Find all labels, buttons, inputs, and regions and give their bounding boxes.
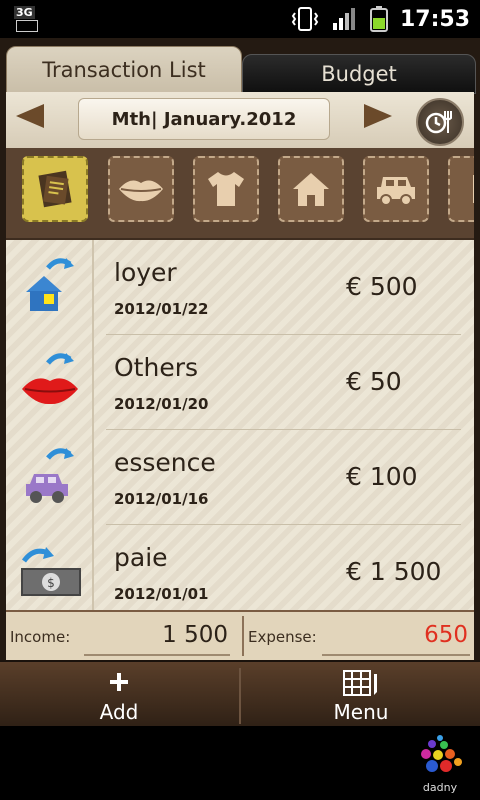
- income-label: Income:: [10, 628, 71, 646]
- income-underline: [84, 654, 230, 656]
- income-value: 1 500: [162, 622, 228, 648]
- ad-banner[interactable]: dadny: [0, 726, 480, 800]
- transaction-name: essence: [114, 448, 216, 477]
- period-settings-button[interactable]: [416, 98, 464, 146]
- lips-recurring-icon: [22, 353, 78, 405]
- signal-icon: [332, 8, 355, 30]
- bottom-action-bar: Add Menu: [0, 660, 480, 728]
- transaction-amount: € 50: [346, 367, 402, 396]
- house-recurring-icon: [26, 258, 74, 311]
- income-total: Income: 1 500: [6, 616, 236, 656]
- transaction-date: 2012/01/22: [114, 300, 209, 318]
- month-selector[interactable]: Mth| January.2012: [78, 98, 330, 140]
- transaction-panel: Mth| January.2012 loyer 2012/01/22 € 500…: [6, 92, 474, 662]
- shirt-icon: [208, 172, 244, 206]
- category-bar: [6, 148, 474, 240]
- month-navigation: Mth| January.2012: [6, 92, 474, 148]
- plus-icon: [110, 673, 128, 691]
- expense-underline: [322, 654, 470, 656]
- category-housing[interactable]: [278, 156, 344, 222]
- totals-bar: Income: 1 500 Expense: 650: [6, 610, 474, 662]
- lips-icon: [119, 180, 163, 202]
- transaction-amount: € 500: [346, 272, 418, 301]
- transaction-name: Others: [114, 353, 199, 382]
- add-button[interactable]: Add: [0, 662, 238, 728]
- notes-icon: [38, 170, 72, 208]
- transaction-date: 2012/01/20: [114, 395, 209, 413]
- transaction-amount: € 1 500: [346, 557, 442, 586]
- car-icon: [377, 177, 415, 206]
- data-activity-icon: [16, 20, 38, 32]
- dadny-brand: dadny: [422, 781, 458, 794]
- vibrate-icon: [291, 7, 319, 31]
- category-notes[interactable]: [22, 156, 88, 222]
- tab-transaction-list[interactable]: Transaction List: [6, 46, 242, 94]
- tab-bar: Transaction List Budget: [6, 46, 476, 94]
- transaction-date: 2012/01/01: [114, 585, 209, 603]
- transaction-list: loyer 2012/01/22 € 500 Others 2012/01/20…: [6, 240, 474, 610]
- transaction-row[interactable]: Others 2012/01/20 € 50: [6, 335, 474, 430]
- transaction-amount: € 100: [346, 462, 418, 491]
- clock-utensils-icon: [425, 111, 452, 134]
- category-car[interactable]: [363, 156, 429, 222]
- category-clothing[interactable]: [193, 156, 259, 222]
- transaction-row[interactable]: $ paie 2012/01/01 € 1 500: [6, 525, 474, 620]
- svg-text:$: $: [47, 576, 55, 590]
- status-bar: 3G 17:53: [0, 0, 480, 38]
- transaction-name: loyer: [114, 258, 177, 287]
- expense-total: Expense: 650: [242, 616, 476, 656]
- network-indicator: 3G: [14, 6, 40, 32]
- app-window: Transaction List Budget Mth| January.201…: [0, 38, 480, 728]
- house-icon: [293, 173, 329, 206]
- transaction-row[interactable]: loyer 2012/01/22 € 500: [6, 240, 474, 335]
- car-recurring-icon: [26, 448, 74, 503]
- transaction-name: paie: [114, 543, 168, 572]
- expense-label: Expense:: [248, 628, 317, 646]
- expense-value: 650: [424, 622, 468, 648]
- network-label: 3G: [14, 6, 35, 19]
- transaction-date: 2012/01/16: [114, 490, 209, 508]
- battery-icon: [369, 6, 388, 32]
- bottom-bar-divider: [239, 668, 241, 724]
- transaction-row[interactable]: essence 2012/01/16 € 100: [6, 430, 474, 525]
- tab-budget[interactable]: Budget: [242, 54, 476, 94]
- next-month-arrow-icon[interactable]: [364, 104, 392, 128]
- category-lips[interactable]: [108, 156, 174, 222]
- menu-label: Menu: [333, 700, 389, 724]
- add-label: Add: [99, 700, 139, 724]
- menu-button[interactable]: Menu: [242, 662, 480, 728]
- previous-month-arrow-icon[interactable]: [16, 104, 44, 128]
- money-recurring-icon: $: [21, 547, 81, 596]
- clock: 17:53: [399, 6, 470, 32]
- dadny-logo-icon: [421, 735, 462, 772]
- grid-menu-icon: [343, 670, 377, 696]
- dadny-logo[interactable]: dadny: [412, 732, 468, 794]
- more-icon: [473, 175, 474, 203]
- category-more[interactable]: [448, 156, 474, 222]
- status-icons: 17:53: [290, 0, 470, 38]
